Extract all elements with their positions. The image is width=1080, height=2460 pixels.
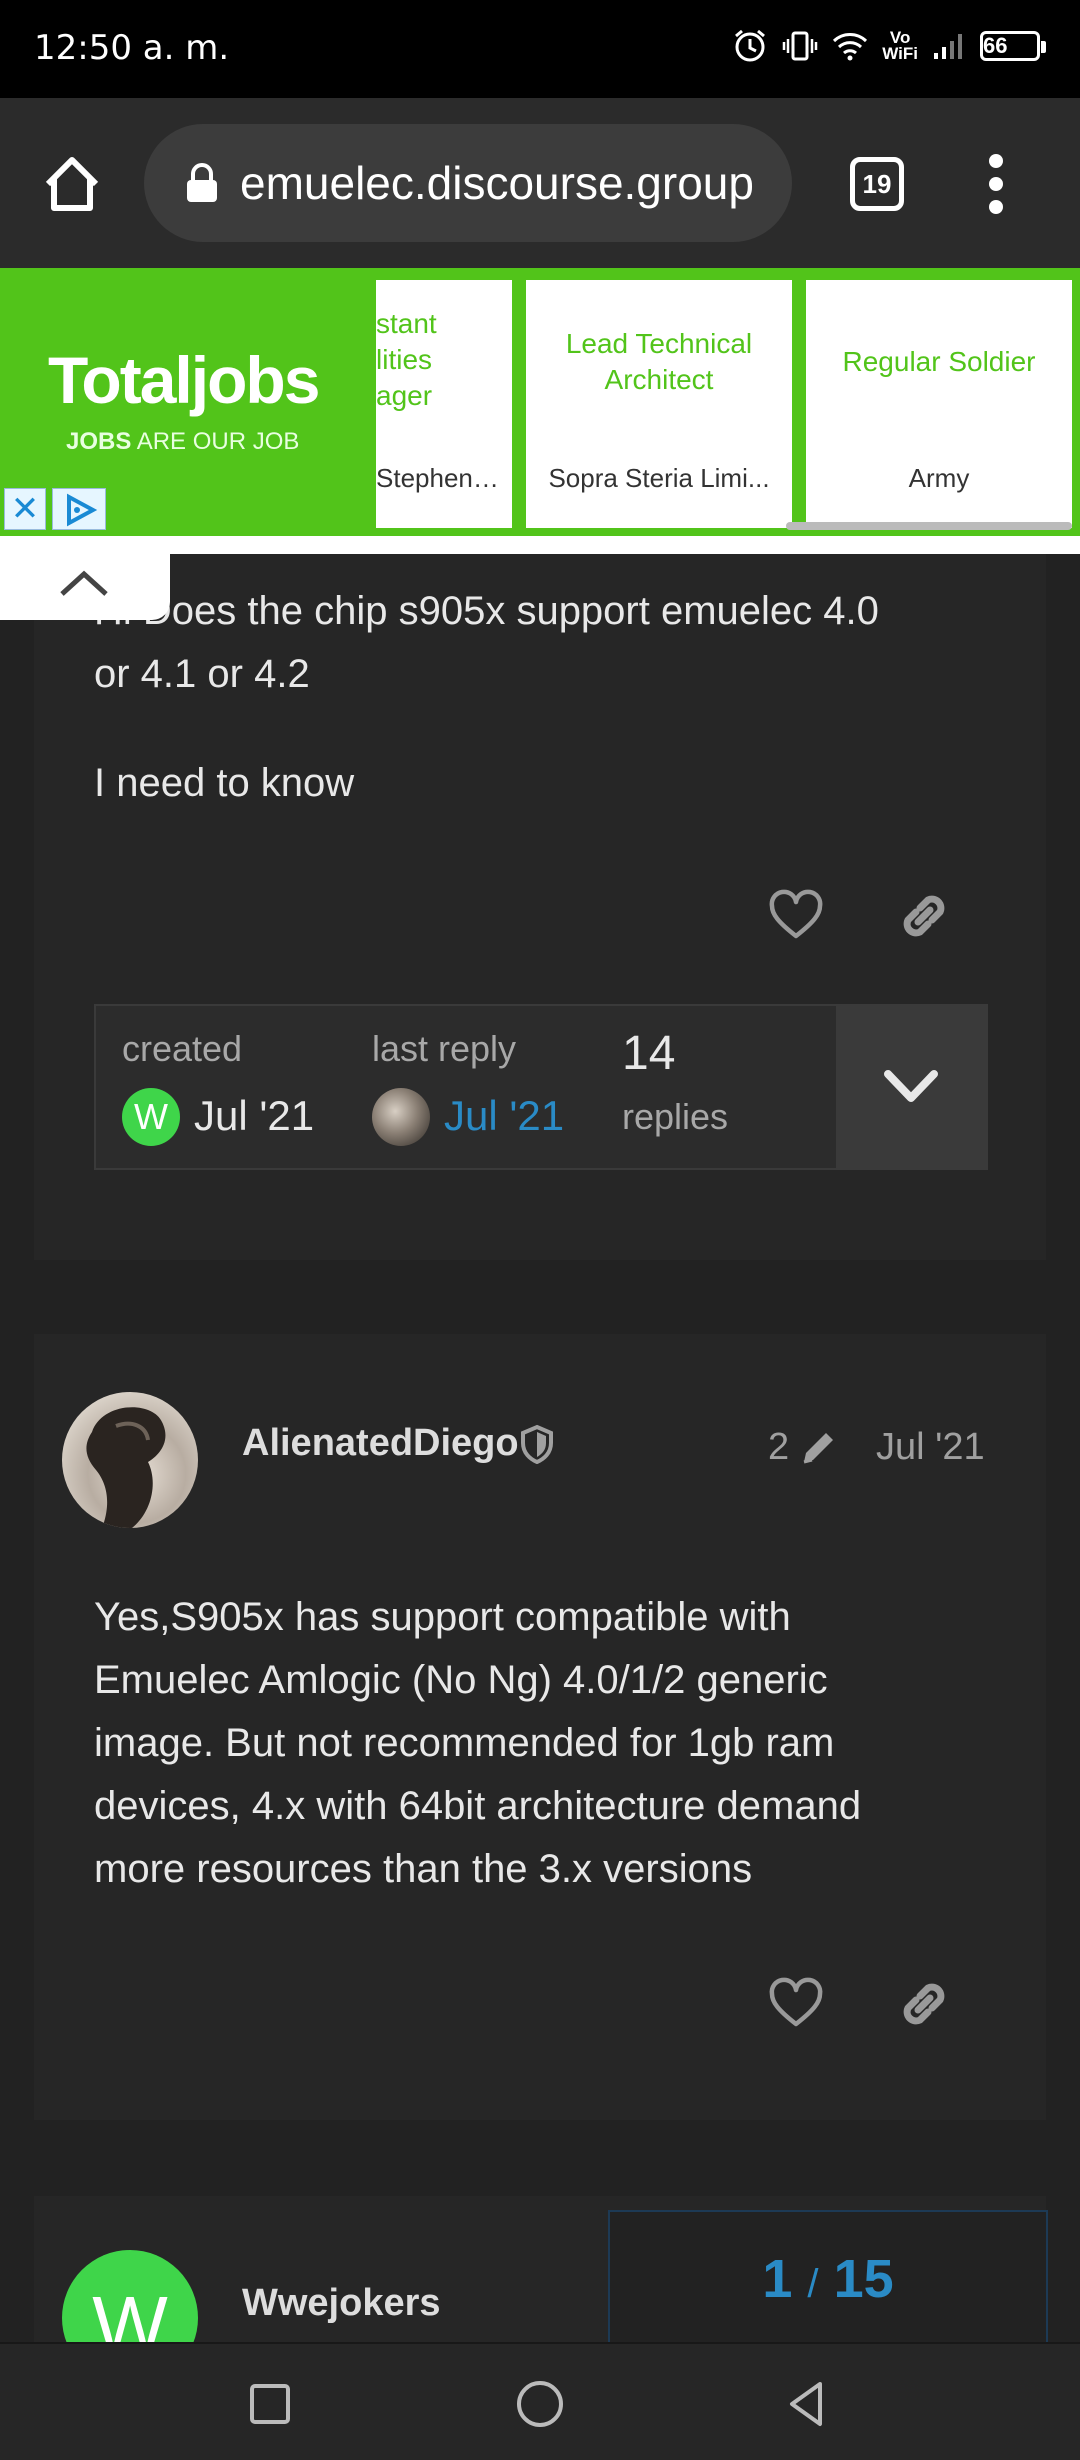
system-nav-bar — [0, 2342, 1080, 2460]
home-circle-icon[interactable] — [510, 2374, 570, 2434]
lock-icon — [184, 162, 220, 204]
ad-job-title: Regular Soldier — [842, 346, 1036, 377]
topic-progress[interactable]: 1 / 15 — [608, 2210, 1048, 2346]
adchoices-icon[interactable] — [52, 488, 106, 530]
like-heart-icon[interactable] — [768, 888, 824, 944]
avatar[interactable] — [62, 1392, 198, 1528]
ad-banner[interactable]: Totaljobs JOBS ARE OUR JOB ✕ stant litie… — [0, 268, 1080, 536]
address-bar[interactable]: emuelec.discourse.group — [144, 124, 792, 242]
post-username[interactable]: AlienatedDiego — [242, 1422, 519, 1465]
status-time: 12:50 a. m. — [34, 28, 230, 68]
last-reply-label: last reply — [372, 1028, 517, 1069]
share-link-icon[interactable] — [896, 1976, 952, 2032]
post-username[interactable]: Wwejokers — [242, 2282, 441, 2325]
signal-icon — [932, 31, 966, 61]
ad-job-title: Lead Technical Architect — [565, 328, 753, 395]
totaljobs-logo: Totaljobs — [48, 343, 320, 417]
last-reply-date[interactable]: Jul '21 — [444, 1092, 564, 1140]
alarm-icon — [732, 28, 768, 64]
battery-indicator: 66 — [980, 31, 1046, 61]
ad-job-company: Stephens... — [376, 463, 502, 493]
vowifi-indicator: Vo WiFi — [882, 28, 918, 63]
first-post-body: Hi Does the chip s905x support emuelec 4… — [94, 589, 879, 696]
ad-close-icon[interactable]: ✕ — [4, 488, 46, 530]
recents-square-icon[interactable] — [240, 2374, 300, 2434]
like-heart-icon[interactable] — [768, 1976, 824, 2032]
created-label: created — [122, 1028, 243, 1069]
wifi-icon — [832, 31, 868, 61]
url-text: emuelec.discourse.group — [240, 157, 754, 209]
browser-toolbar: emuelec.discourse.group 19 — [0, 98, 1080, 268]
vibrate-icon — [782, 28, 818, 64]
replies-count: 14 — [622, 1027, 676, 1080]
ad-job-company: Army — [908, 463, 970, 493]
last-reply-avatar[interactable] — [372, 1088, 430, 1146]
share-link-icon[interactable] — [896, 888, 952, 944]
topic-map: created W Jul '21 last reply Jul '21 14 … — [94, 1004, 988, 1170]
ad-brand-panel[interactable]: Totaljobs JOBS ARE OUR JOB ✕ — [0, 268, 376, 536]
status-icons: Vo WiFi 66 — [732, 28, 1046, 64]
ad-job-title: stant lities ager — [376, 308, 437, 411]
ad-job-company: Sopra Steria Limi... — [548, 463, 770, 493]
status-bar: 12:50 a. m. Vo WiFi 66 — [0, 0, 1080, 98]
ad-job-card[interactable]: stant lities ager Stephens... — [376, 280, 512, 528]
home-icon[interactable] — [36, 148, 108, 220]
expand-topic-map-button[interactable] — [836, 1006, 986, 1168]
ad-job-card[interactable]: Lead Technical Architect Sopra Steria Li… — [526, 280, 792, 528]
pencil-edit-icon[interactable] — [798, 1426, 840, 1468]
created-date: Jul '21 — [194, 1092, 315, 1139]
edit-count[interactable]: 2 — [768, 1426, 789, 1469]
post-date[interactable]: Jul '21 — [876, 1426, 985, 1469]
moderator-shield-icon — [520, 1424, 554, 1465]
more-menu-icon[interactable] — [976, 154, 1016, 214]
creator-avatar[interactable]: W — [122, 1088, 180, 1146]
tab-switcher-button[interactable]: 19 — [850, 157, 904, 211]
back-triangle-icon[interactable] — [778, 2374, 838, 2434]
replies-label: replies — [622, 1096, 729, 1137]
ad-collapse-button[interactable] — [0, 552, 170, 620]
ad-tagline: JOBS ARE OUR JOB — [66, 428, 300, 455]
topic-progress-text: 1 / 15 — [762, 2249, 894, 2309]
ad-job-card[interactable]: Regular Soldier Army — [806, 280, 1072, 528]
first-post-body-line: I need to know — [94, 761, 355, 805]
reply-post-body: Yes,S905x has support compatible with Em… — [94, 1595, 862, 1891]
ad-scrollbar[interactable] — [786, 522, 1072, 530]
